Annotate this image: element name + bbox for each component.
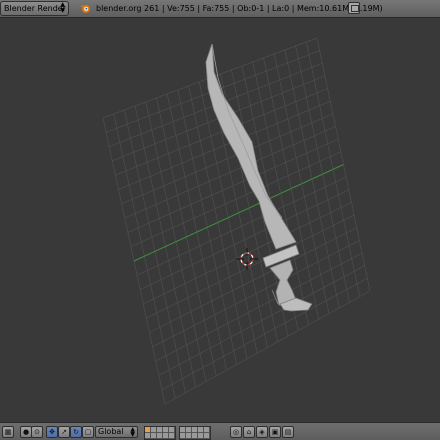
screen-layout-icon[interactable] bbox=[348, 2, 360, 14]
render-icon[interactable]: ▣ bbox=[269, 426, 281, 438]
grid-line bbox=[295, 45, 350, 303]
blender-logo-icon bbox=[80, 4, 90, 13]
grid-line bbox=[305, 41, 361, 297]
grid-line bbox=[155, 252, 363, 362]
scale-icon[interactable]: ▢ bbox=[82, 426, 94, 438]
lock-icon[interactable]: ◎ bbox=[230, 426, 242, 438]
render-engine-label: Blender Render bbox=[4, 4, 67, 13]
layer-buttons-1[interactable] bbox=[144, 426, 176, 440]
info-header: Blender Render ▲ ▼ blender.org 261 | Ve:7… bbox=[0, 0, 440, 18]
rotate-icon[interactable]: ↻ bbox=[70, 426, 82, 438]
select-arrows-icon: ▲ ▼ bbox=[130, 426, 135, 438]
snap-icon[interactable]: ⌂ bbox=[243, 426, 255, 438]
grid-line bbox=[164, 290, 371, 405]
layer-toggle[interactable] bbox=[204, 433, 210, 439]
sword-mesh[interactable] bbox=[205, 43, 313, 312]
render-anim-icon[interactable]: ▤ bbox=[282, 426, 294, 438]
layer-toggle[interactable] bbox=[169, 433, 175, 439]
scene-stats: blender.org 261 | Ve:755 | Fa:755 | Ob:0… bbox=[96, 4, 383, 13]
orientation-label: Global bbox=[98, 427, 124, 436]
floor-grid bbox=[102, 37, 371, 405]
3d-cursor-icon[interactable] bbox=[236, 248, 258, 270]
translate-icon[interactable]: ↗ bbox=[58, 426, 70, 438]
render-engine-select[interactable]: Blender Render ▲ ▼ bbox=[0, 1, 69, 16]
viewport-scene bbox=[102, 37, 371, 405]
pivot-icon[interactable]: ⊙ bbox=[31, 426, 43, 438]
3d-viewport[interactable] bbox=[0, 18, 440, 422]
select-arrows-icon: ▲ ▼ bbox=[60, 1, 65, 14]
snap-target-icon[interactable]: ◈ bbox=[256, 426, 268, 438]
3d-view-header: ▦ ● ⊙ ✥ ↗ ↻ ▢ Global ▲ ▼ ◎ ⌂ ◈ ▣ ▤ bbox=[0, 422, 440, 440]
transform-orientation-select[interactable]: Global ▲ ▼ bbox=[95, 426, 138, 438]
grid-line bbox=[158, 265, 365, 376]
grid-line bbox=[316, 37, 371, 292]
manipulator-toggle-icon[interactable]: ✥ bbox=[46, 426, 58, 438]
layer-buttons-2[interactable] bbox=[179, 426, 211, 440]
3d-view-icon[interactable]: ▦ bbox=[2, 426, 14, 438]
